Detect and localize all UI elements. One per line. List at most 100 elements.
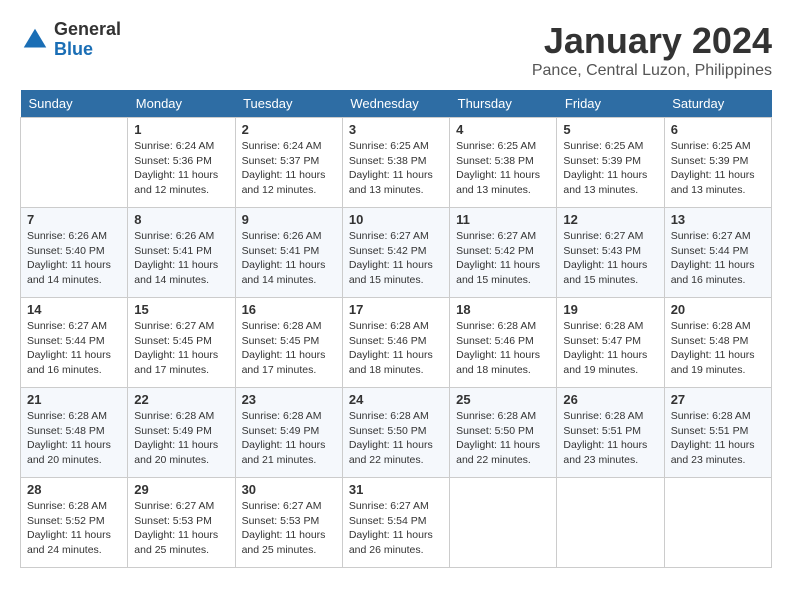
day-info: Sunrise: 6:28 AM Sunset: 5:50 PM Dayligh… [349,409,443,468]
day-info: Sunrise: 6:27 AM Sunset: 5:43 PM Dayligh… [563,229,657,288]
day-number: 31 [349,482,443,497]
calendar-cell: 13 Sunrise: 6:27 AM Sunset: 5:44 PM Dayli… [664,208,771,298]
calendar-title: January 2024 [532,20,772,62]
day-number: 20 [671,302,765,317]
day-info: Sunrise: 6:28 AM Sunset: 5:52 PM Dayligh… [27,499,121,558]
day-number: 5 [563,122,657,137]
column-header-thursday: Thursday [450,90,557,118]
day-number: 25 [456,392,550,407]
day-number: 29 [134,482,228,497]
calendar-cell: 7 Sunrise: 6:26 AM Sunset: 5:40 PM Daylig… [21,208,128,298]
calendar-table: SundayMondayTuesdayWednesdayThursdayFrid… [20,90,772,568]
column-header-friday: Friday [557,90,664,118]
calendar-cell: 1 Sunrise: 6:24 AM Sunset: 5:36 PM Daylig… [128,118,235,208]
calendar-cell: 22 Sunrise: 6:28 AM Sunset: 5:49 PM Dayli… [128,388,235,478]
day-number: 23 [242,392,336,407]
day-number: 27 [671,392,765,407]
day-info: Sunrise: 6:28 AM Sunset: 5:51 PM Dayligh… [671,409,765,468]
calendar-cell: 10Sunrise: 6:27 AM Sunset: 5:42 PM Dayli… [342,208,449,298]
day-info: Sunrise: 6:28 AM Sunset: 5:45 PM Dayligh… [242,319,336,378]
calendar-cell: 11Sunrise: 6:27 AM Sunset: 5:42 PM Dayli… [450,208,557,298]
day-info: Sunrise: 6:28 AM Sunset: 5:46 PM Dayligh… [456,319,550,378]
logo: General Blue [20,20,121,60]
calendar-cell: 4Sunrise: 6:25 AM Sunset: 5:38 PM Daylig… [450,118,557,208]
calendar-cell: 6Sunrise: 6:25 AM Sunset: 5:39 PM Daylig… [664,118,771,208]
calendar-cell: 3 Sunrise: 6:25 AM Sunset: 5:38 PM Daylig… [342,118,449,208]
day-info: Sunrise: 6:26 AM Sunset: 5:41 PM Dayligh… [242,229,336,288]
day-info: Sunrise: 6:25 AM Sunset: 5:39 PM Dayligh… [563,139,657,198]
calendar-cell: 14Sunrise: 6:27 AM Sunset: 5:44 PM Dayli… [21,298,128,388]
calendar-week-row: 21 Sunrise: 6:28 AM Sunset: 5:48 PM Dayli… [21,388,772,478]
calendar-cell: 9 Sunrise: 6:26 AM Sunset: 5:41 PM Daylig… [235,208,342,298]
calendar-cell: 18 Sunrise: 6:28 AM Sunset: 5:46 PM Dayli… [450,298,557,388]
day-info: Sunrise: 6:26 AM Sunset: 5:40 PM Dayligh… [27,229,121,288]
day-number: 7 [27,212,121,227]
calendar-cell: 21 Sunrise: 6:28 AM Sunset: 5:48 PM Dayli… [21,388,128,478]
day-number: 10 [349,212,443,227]
day-number: 1 [134,122,228,137]
calendar-cell [557,478,664,568]
day-info: Sunrise: 6:28 AM Sunset: 5:49 PM Dayligh… [242,409,336,468]
day-info: Sunrise: 6:27 AM Sunset: 5:45 PM Dayligh… [134,319,228,378]
logo-general-text: General [54,20,121,40]
day-number: 21 [27,392,121,407]
day-number: 2 [242,122,336,137]
calendar-cell: 2 Sunrise: 6:24 AM Sunset: 5:37 PM Daylig… [235,118,342,208]
calendar-cell: 30Sunrise: 6:27 AM Sunset: 5:53 PM Dayli… [235,478,342,568]
calendar-cell: 16 Sunrise: 6:28 AM Sunset: 5:45 PM Dayli… [235,298,342,388]
day-number: 28 [27,482,121,497]
day-info: Sunrise: 6:28 AM Sunset: 5:49 PM Dayligh… [134,409,228,468]
calendar-cell: 20 Sunrise: 6:28 AM Sunset: 5:48 PM Dayli… [664,298,771,388]
day-info: Sunrise: 6:24 AM Sunset: 5:36 PM Dayligh… [134,139,228,198]
calendar-week-row: 7 Sunrise: 6:26 AM Sunset: 5:40 PM Daylig… [21,208,772,298]
calendar-cell [450,478,557,568]
day-number: 13 [671,212,765,227]
logo-blue-text: Blue [54,40,121,60]
day-info: Sunrise: 6:25 AM Sunset: 5:38 PM Dayligh… [349,139,443,198]
calendar-cell: 23 Sunrise: 6:28 AM Sunset: 5:49 PM Dayli… [235,388,342,478]
column-header-tuesday: Tuesday [235,90,342,118]
day-number: 19 [563,302,657,317]
day-number: 24 [349,392,443,407]
day-info: Sunrise: 6:28 AM Sunset: 5:47 PM Dayligh… [563,319,657,378]
day-number: 6 [671,122,765,137]
day-info: Sunrise: 6:28 AM Sunset: 5:50 PM Dayligh… [456,409,550,468]
day-number: 3 [349,122,443,137]
day-number: 17 [349,302,443,317]
day-number: 22 [134,392,228,407]
calendar-cell: 17 Sunrise: 6:28 AM Sunset: 5:46 PM Dayli… [342,298,449,388]
header: General Blue January 2024 Pance, Central… [20,20,772,80]
day-number: 12 [563,212,657,227]
logo-icon [20,25,50,55]
calendar-cell [21,118,128,208]
day-info: Sunrise: 6:28 AM Sunset: 5:51 PM Dayligh… [563,409,657,468]
day-number: 9 [242,212,336,227]
day-info: Sunrise: 6:24 AM Sunset: 5:37 PM Dayligh… [242,139,336,198]
calendar-week-row: 28 Sunrise: 6:28 AM Sunset: 5:52 PM Dayli… [21,478,772,568]
calendar-cell: 15Sunrise: 6:27 AM Sunset: 5:45 PM Dayli… [128,298,235,388]
title-area: January 2024 Pance, Central Luzon, Phili… [532,20,772,80]
calendar-cell: 29Sunrise: 6:27 AM Sunset: 5:53 PM Dayli… [128,478,235,568]
calendar-week-row: 14Sunrise: 6:27 AM Sunset: 5:44 PM Dayli… [21,298,772,388]
day-number: 8 [134,212,228,227]
calendar-cell: 8 Sunrise: 6:26 AM Sunset: 5:41 PM Daylig… [128,208,235,298]
column-header-monday: Monday [128,90,235,118]
day-number: 30 [242,482,336,497]
calendar-cell: 28 Sunrise: 6:28 AM Sunset: 5:52 PM Dayli… [21,478,128,568]
day-info: Sunrise: 6:26 AM Sunset: 5:41 PM Dayligh… [134,229,228,288]
day-number: 16 [242,302,336,317]
calendar-cell: 5 Sunrise: 6:25 AM Sunset: 5:39 PM Daylig… [557,118,664,208]
calendar-subtitle: Pance, Central Luzon, Philippines [532,62,772,80]
day-number: 18 [456,302,550,317]
day-info: Sunrise: 6:28 AM Sunset: 5:48 PM Dayligh… [27,409,121,468]
calendar-week-row: 1 Sunrise: 6:24 AM Sunset: 5:36 PM Daylig… [21,118,772,208]
day-info: Sunrise: 6:25 AM Sunset: 5:38 PM Dayligh… [456,139,550,198]
column-header-wednesday: Wednesday [342,90,449,118]
day-info: Sunrise: 6:28 AM Sunset: 5:48 PM Dayligh… [671,319,765,378]
day-number: 14 [27,302,121,317]
calendar-cell: 19 Sunrise: 6:28 AM Sunset: 5:47 PM Dayli… [557,298,664,388]
calendar-cell: 24 Sunrise: 6:28 AM Sunset: 5:50 PM Dayli… [342,388,449,478]
day-info: Sunrise: 6:27 AM Sunset: 5:44 PM Dayligh… [671,229,765,288]
day-info: Sunrise: 6:28 AM Sunset: 5:46 PM Dayligh… [349,319,443,378]
day-info: Sunrise: 6:27 AM Sunset: 5:42 PM Dayligh… [456,229,550,288]
